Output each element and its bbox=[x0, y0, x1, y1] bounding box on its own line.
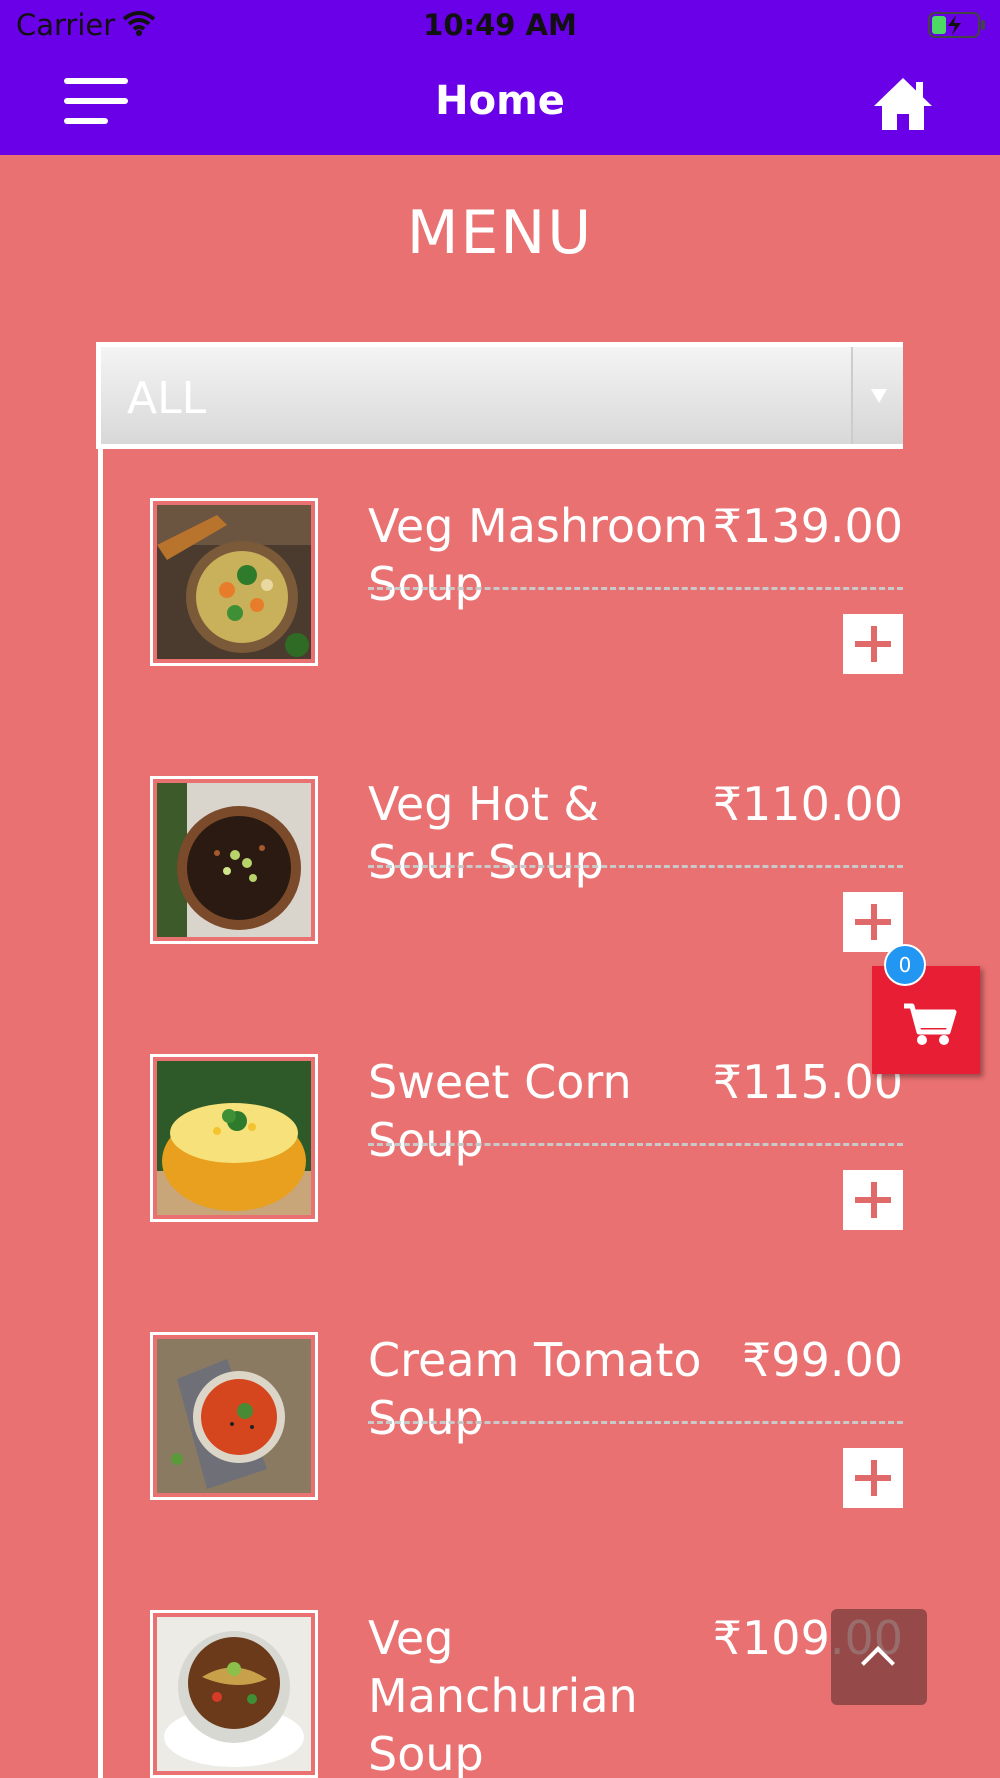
item-price: ₹139.00 bbox=[712, 499, 903, 553]
add-to-cart-button[interactable] bbox=[843, 892, 903, 952]
add-to-cart-button[interactable] bbox=[843, 614, 903, 674]
menu-item: Sweet Corn Soup ₹115.00 bbox=[150, 1005, 905, 1283]
food-image[interactable] bbox=[150, 1332, 318, 1500]
add-to-cart-button[interactable] bbox=[843, 1448, 903, 1508]
menu-heading: MENU bbox=[406, 198, 594, 268]
cart-count-badge: 0 bbox=[884, 944, 926, 986]
chevron-up-icon bbox=[861, 1646, 895, 1680]
category-select-value: ALL bbox=[127, 373, 207, 424]
menu-item: Veg Manchurian Soup ₹109.00 bbox=[150, 1561, 905, 1778]
cart-button[interactable] bbox=[872, 966, 980, 1074]
food-image[interactable] bbox=[150, 1054, 318, 1222]
food-image[interactable] bbox=[150, 498, 318, 666]
menu-item: Veg Mashroom Soup ₹139.00 bbox=[150, 449, 905, 727]
item-name: Sweet Corn Soup bbox=[368, 1055, 632, 1167]
item-price: ₹99.00 bbox=[742, 1333, 903, 1387]
status-time: 10:49 AM bbox=[423, 8, 577, 42]
item-name: Veg Mashroom Soup bbox=[368, 499, 709, 611]
nav-bar: Home bbox=[0, 50, 1000, 155]
menu-item: Veg Hot & Sour Soup ₹110.00 bbox=[150, 727, 905, 1005]
menu-item: Cream Tomato Soup ₹99.00 bbox=[150, 1283, 905, 1561]
dropdown-arrow[interactable] bbox=[851, 347, 903, 444]
food-image[interactable] bbox=[150, 776, 318, 944]
item-name: Cream Tomato Soup bbox=[368, 1333, 702, 1445]
item-divider bbox=[368, 865, 903, 868]
add-to-cart-button[interactable] bbox=[843, 1170, 903, 1230]
item-divider bbox=[368, 587, 903, 590]
food-image[interactable] bbox=[150, 1610, 318, 1778]
category-select[interactable]: ALL bbox=[96, 342, 903, 449]
status-bar: Carrier 10:49 AM bbox=[0, 0, 1000, 50]
home-icon[interactable] bbox=[870, 70, 936, 136]
page-title: Home bbox=[435, 78, 565, 124]
item-divider bbox=[368, 1143, 903, 1146]
item-name: Veg Hot & Sour Soup bbox=[368, 777, 604, 889]
scroll-to-top-button[interactable] bbox=[831, 1609, 927, 1705]
item-divider bbox=[368, 1421, 903, 1424]
list-frame-border bbox=[98, 449, 103, 1778]
item-price: ₹110.00 bbox=[712, 777, 903, 831]
cart-icon bbox=[904, 1003, 957, 1045]
triangle-down-icon bbox=[871, 389, 887, 403]
item-name: Veg Manchurian Soup bbox=[368, 1611, 638, 1778]
battery-icon bbox=[928, 12, 986, 42]
